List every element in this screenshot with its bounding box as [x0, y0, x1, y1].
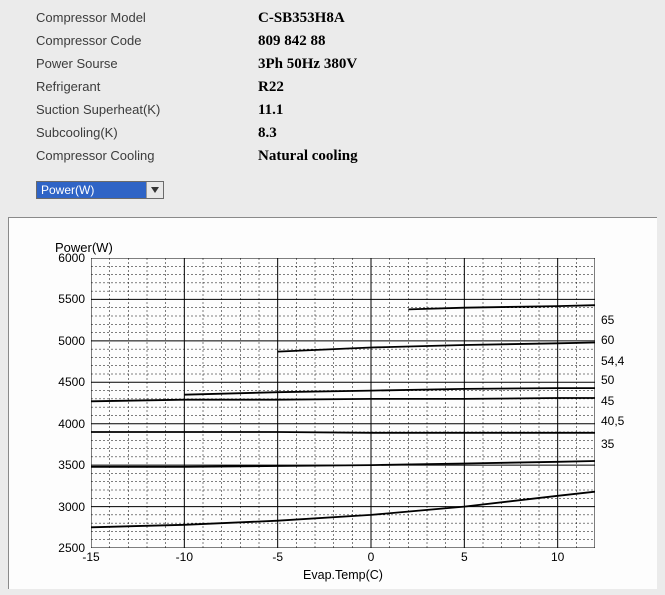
spec-label: Compressor Code	[36, 33, 258, 48]
spec-row: Compressor ModelC-SB353H8A	[36, 10, 665, 33]
series-label: 60	[601, 333, 614, 347]
x-axis-ticks: -15-10-50510	[91, 550, 595, 566]
spec-label: Suction Superheat(K)	[36, 102, 258, 117]
spec-value: 11.1	[258, 102, 283, 119]
spec-label: Compressor Cooling	[36, 148, 258, 163]
spec-row: Subcooling(K)8.3	[36, 125, 665, 148]
y-tick: 4500	[58, 375, 85, 389]
spec-value: 809 842 88	[258, 33, 326, 50]
series-label: 65	[601, 313, 614, 327]
x-tick: 5	[461, 550, 468, 564]
x-tick: -15	[82, 550, 99, 564]
spec-row: Power Sourse3Ph 50Hz 380V	[36, 56, 665, 79]
spec-label: Refrigerant	[36, 79, 258, 94]
spec-value: Natural cooling	[258, 148, 358, 165]
y-tick: 6000	[58, 251, 85, 265]
chevron-down-icon	[146, 182, 163, 198]
y-tick: 3000	[58, 500, 85, 514]
y-tick: 5500	[58, 292, 85, 306]
x-tick: -5	[272, 550, 283, 564]
chart-type-dropdown[interactable]: Power(W)	[36, 181, 164, 199]
spec-value: R22	[258, 79, 284, 96]
x-tick: -10	[176, 550, 193, 564]
spec-row: RefrigerantR22	[36, 79, 665, 102]
series-label: 50	[601, 373, 614, 387]
series-label: 54,4	[601, 354, 624, 368]
series-label: 40,5	[601, 414, 624, 428]
y-tick: 3500	[58, 458, 85, 472]
y-tick: 4000	[58, 417, 85, 431]
spec-label: Compressor Model	[36, 10, 258, 25]
chart-type-dropdown-value: Power(W)	[37, 182, 146, 198]
series-labels: 65 60 54,4 50 45 40,5 35	[601, 258, 651, 548]
spec-value: C-SB353H8A	[258, 10, 345, 27]
x-axis-label: Evap.Temp(C)	[91, 568, 595, 582]
y-axis-ticks: 25003000350040004500500055006000	[51, 258, 87, 548]
y-tick: 5000	[58, 334, 85, 348]
x-tick: 0	[368, 550, 375, 564]
spec-value: 8.3	[258, 125, 277, 142]
spec-row: Suction Superheat(K)11.1	[36, 102, 665, 125]
x-tick: 10	[551, 550, 564, 564]
power-chart: Power(W) 2500300035004000450050005500600…	[8, 217, 657, 589]
y-tick: 2500	[58, 541, 85, 555]
spec-table: Compressor ModelC-SB353H8ACompressor Cod…	[0, 0, 665, 175]
spec-value: 3Ph 50Hz 380V	[258, 56, 357, 73]
spec-row: Compressor Code809 842 88	[36, 33, 665, 56]
spec-label: Subcooling(K)	[36, 125, 258, 140]
spec-row: Compressor CoolingNatural cooling	[36, 148, 665, 171]
spec-label: Power Sourse	[36, 56, 258, 71]
series-label: 35	[601, 437, 614, 451]
plot-area	[91, 258, 595, 548]
series-label: 45	[601, 394, 614, 408]
